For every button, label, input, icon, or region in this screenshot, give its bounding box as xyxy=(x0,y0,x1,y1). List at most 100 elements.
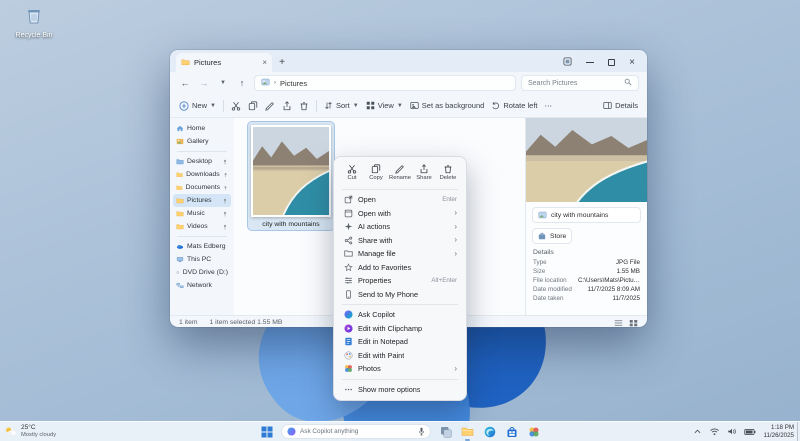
menu-item-photos[interactable]: Photos › xyxy=(338,362,462,376)
rename-button[interactable] xyxy=(265,101,275,111)
taskbar: 25°C Mostly cloudy Ask Copilot anything xyxy=(0,421,800,441)
menu-item-manage-file[interactable]: Manage file › xyxy=(338,247,462,261)
details-row-type: TypeJPG File xyxy=(526,258,647,267)
menu-item-open-with[interactable]: Open with › xyxy=(338,207,462,221)
sidebar-item-videos[interactable]: Videos xyxy=(173,220,231,233)
taskbar-search-input[interactable]: Ask Copilot anything xyxy=(281,424,431,439)
details-file-name: city with mountains xyxy=(551,212,608,219)
details-label: Details xyxy=(615,101,638,110)
sidebar-item-documents[interactable]: Documents xyxy=(173,181,231,194)
window-options-icon[interactable] xyxy=(563,57,572,68)
menu-item-ai-actions[interactable]: AI actions › xyxy=(338,220,462,234)
recycle-bin-desktop-icon[interactable]: Recycle Bin xyxy=(8,6,60,39)
menu-item-edit-with-clipchamp[interactable]: Edit with Clipchamp xyxy=(338,322,462,336)
cloud-account-icon xyxy=(176,243,184,250)
menu-item-ask-copilot[interactable]: Ask Copilot xyxy=(338,308,462,322)
tab-pictures[interactable]: Pictures × xyxy=(176,53,272,72)
task-view-icon xyxy=(440,426,452,438)
delete-button[interactable] xyxy=(299,101,309,111)
sidebar-item-network[interactable]: Network xyxy=(173,279,231,292)
menu-item-open[interactable]: Open Enter xyxy=(338,193,462,207)
weather-condition: Mostly cloudy xyxy=(21,432,56,439)
submenu-chevron-icon: › xyxy=(454,209,457,217)
forward-icon[interactable]: → xyxy=(197,78,211,88)
cut-button[interactable] xyxy=(231,101,241,111)
show-more-icon xyxy=(343,385,353,394)
chevron-down-icon: ▼ xyxy=(397,103,403,109)
photos-taskbar-button[interactable] xyxy=(526,424,541,439)
documents-folder-icon xyxy=(176,184,183,191)
up-icon[interactable]: ↑ xyxy=(235,78,249,88)
sidebar-item-pictures[interactable]: Pictures xyxy=(173,194,231,207)
cut-quick-action[interactable]: Cut xyxy=(340,162,364,183)
details-pane: city with mountains Store Details TypeJP… xyxy=(525,118,647,315)
view-button[interactable]: View ▼ xyxy=(366,101,403,110)
selection-summary: 1 item selected 1.55 MB xyxy=(210,319,283,326)
sidebar-item-gallery[interactable]: Gallery xyxy=(173,135,231,148)
maximize-button[interactable] xyxy=(608,59,615,66)
weather-widget[interactable]: 25°C Mostly cloudy xyxy=(4,424,56,438)
wifi-icon[interactable] xyxy=(709,427,720,436)
share-button[interactable] xyxy=(282,101,292,111)
menu-item-show-more-options[interactable]: Show more options xyxy=(338,383,462,397)
store-icon xyxy=(538,232,546,240)
menu-item-edit-with-paint[interactable]: Edit with Paint xyxy=(338,349,462,363)
tray-chevron-up-icon[interactable] xyxy=(693,428,702,435)
start-button[interactable] xyxy=(259,424,274,439)
downloads-folder-icon xyxy=(176,171,183,178)
ai-actions-icon xyxy=(343,222,353,231)
menu-item-properties[interactable]: Properties Alt+Enter xyxy=(338,274,462,288)
tab-close-icon[interactable]: × xyxy=(262,58,267,67)
menu-item-share-with[interactable]: Share with › xyxy=(338,234,462,248)
sort-button[interactable]: Sort ▼ xyxy=(324,101,359,110)
copy-quick-action[interactable]: Copy xyxy=(364,162,388,183)
store-taskbar-button[interactable] xyxy=(504,424,519,439)
close-button[interactable]: × xyxy=(629,58,635,68)
rename-quick-action[interactable]: Rename xyxy=(388,162,412,183)
new-tab-button[interactable]: + xyxy=(274,54,290,70)
recent-locations-chevron-icon[interactable]: ▼ xyxy=(216,80,230,86)
recycle-bin-icon xyxy=(24,13,44,30)
share-quick-action[interactable]: Share xyxy=(412,162,436,183)
menu-item-send-to-my-phone[interactable]: Send to My Phone xyxy=(338,288,462,302)
picture-location-icon xyxy=(261,78,270,88)
breadcrumb[interactable]: › Pictures xyxy=(254,75,516,91)
rotate-left-button[interactable]: Rotate left xyxy=(491,101,537,110)
menu-item-add-to-favorites[interactable]: Add to Favorites xyxy=(338,261,462,275)
edge-taskbar-button[interactable] xyxy=(482,424,497,439)
file-explorer-taskbar-button[interactable] xyxy=(460,424,475,439)
rotate-left-label: Rotate left xyxy=(503,101,537,110)
more-options-button[interactable]: ⋯ xyxy=(545,101,553,110)
copy-button[interactable] xyxy=(248,101,258,111)
clock-widget[interactable]: 1:18 PM 11/26/2025 xyxy=(763,424,794,439)
sidebar-item-dvd-drive[interactable]: DVD Drive (D:) xyxy=(173,266,231,279)
sidebar-item-desktop[interactable]: Desktop xyxy=(173,155,231,168)
details-row-size: Size1.55 MB xyxy=(526,267,647,276)
store-button[interactable]: Store xyxy=(532,228,572,244)
sidebar-item-music[interactable]: Music xyxy=(173,207,231,220)
back-icon[interactable]: ← xyxy=(178,78,192,88)
list-view-toggle-icon[interactable] xyxy=(614,319,623,327)
item-count: 1 item xyxy=(179,319,198,326)
battery-icon[interactable] xyxy=(744,428,756,436)
task-view-button[interactable] xyxy=(438,424,453,439)
minimize-button[interactable] xyxy=(586,62,594,63)
new-button[interactable]: New ▼ xyxy=(179,101,216,111)
set-as-background-button[interactable]: Set as background xyxy=(410,101,485,110)
sidebar-item-home[interactable]: Home xyxy=(173,122,231,135)
sidebar-item-this-pc[interactable]: This PC xyxy=(173,253,231,266)
search-input[interactable]: Search Pictures xyxy=(521,75,639,91)
menu-item-edit-in-notepad[interactable]: Edit in Notepad xyxy=(338,335,462,349)
paint-icon xyxy=(343,351,353,360)
delete-quick-action[interactable]: Delete xyxy=(436,162,460,183)
microphone-icon[interactable] xyxy=(418,427,425,436)
details-pane-button[interactable]: Details xyxy=(603,101,638,110)
breadcrumb-location[interactable]: Pictures xyxy=(280,79,307,88)
shortcut-hint: Enter xyxy=(442,196,457,203)
sidebar-item-onedrive-account[interactable]: Mats Edberg xyxy=(173,240,231,253)
volume-icon[interactable] xyxy=(727,427,737,436)
address-bar: ← → ▼ ↑ › Pictures Search Pictures xyxy=(170,72,647,94)
file-tile-city-with-mountains[interactable]: city with mountains xyxy=(248,122,334,230)
sidebar-item-downloads[interactable]: Downloads xyxy=(173,168,231,181)
thumbnail-view-toggle-icon[interactable] xyxy=(629,319,638,327)
